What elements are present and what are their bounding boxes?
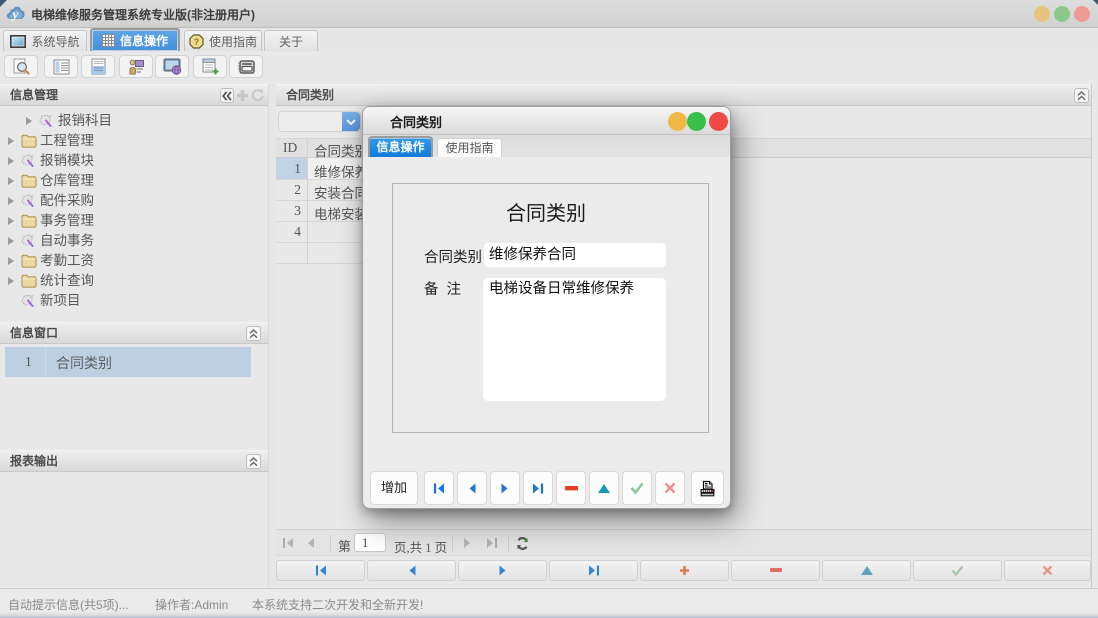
svg-text:y: y [11,7,19,22]
svg-text:?: ? [194,37,200,47]
